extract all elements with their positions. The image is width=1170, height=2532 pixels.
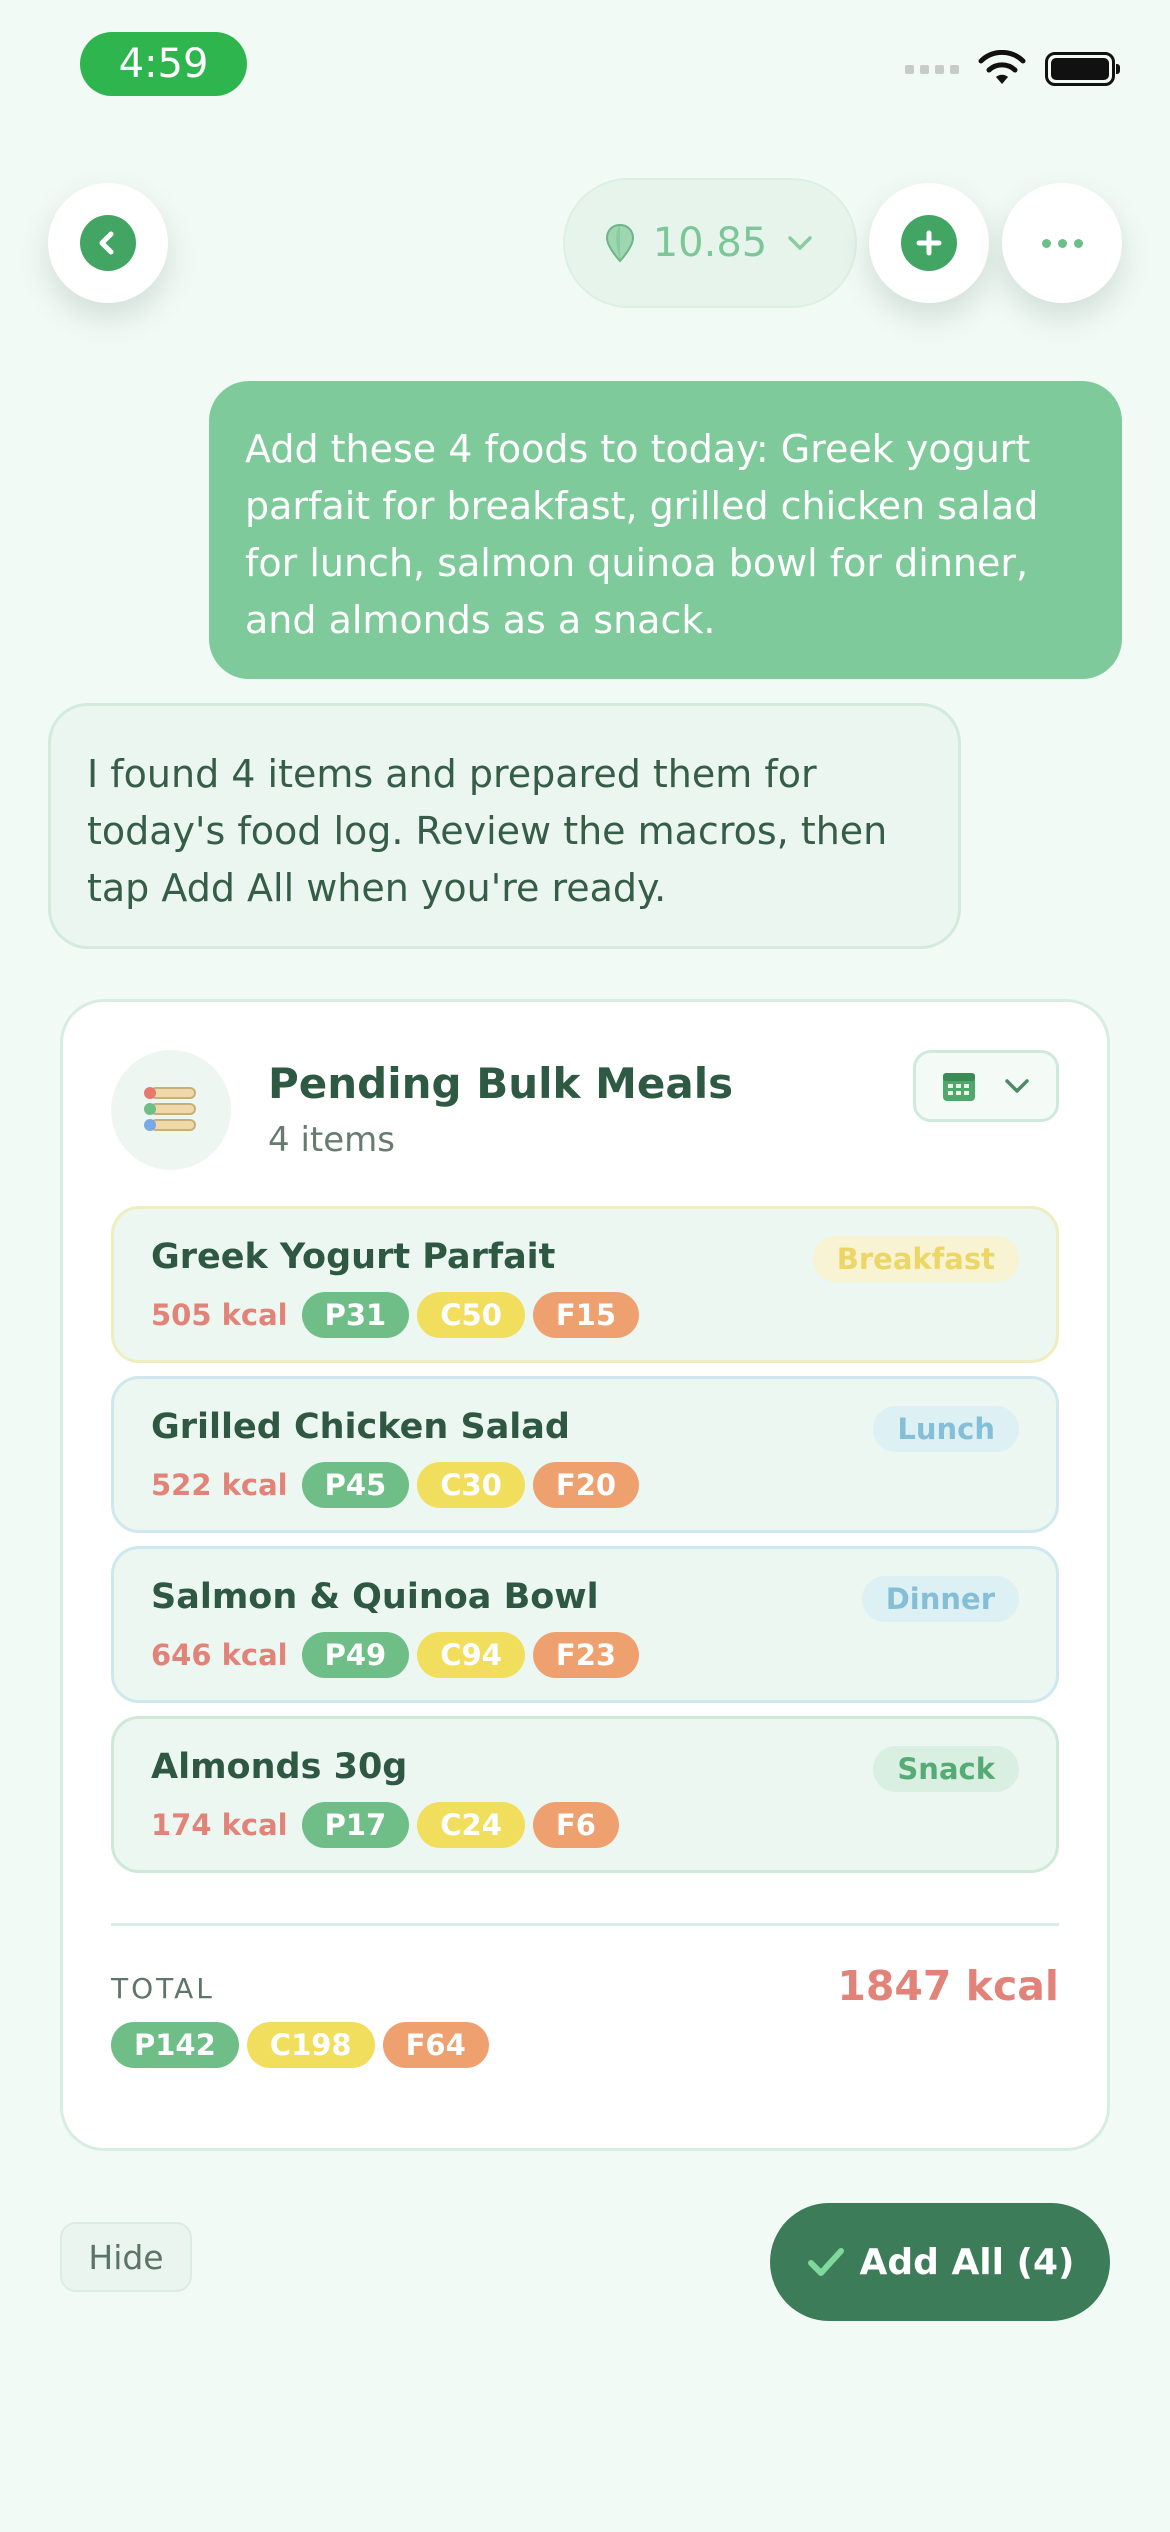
assistant-message-bubble: I found 4 items and prepared them for to… <box>48 703 961 949</box>
balance-value: 10.85 <box>652 220 768 266</box>
checkmark-icon <box>807 2248 844 2276</box>
user-message-bubble: Add these 4 foods to today: Greek yogurt… <box>209 381 1122 679</box>
total-label: TOTAL <box>111 1972 215 2005</box>
meal-name: Salmon & Quinoa Bowl <box>151 1577 599 1617</box>
fat-chip: F23 <box>532 1632 640 1678</box>
meal-type-tag: Snack <box>873 1746 1019 1792</box>
chevron-left-icon <box>80 215 136 271</box>
protein-chip: P17 <box>301 1802 410 1848</box>
battery-icon <box>1045 52 1120 86</box>
meal-item[interactable]: Greek Yogurt Parfait Breakfast 505 kcal … <box>111 1206 1059 1363</box>
carbs-chip: C30 <box>417 1462 525 1508</box>
meal-item[interactable]: Salmon & Quinoa Bowl Dinner 646 kcal P49… <box>111 1546 1059 1703</box>
total-fat-chip: F64 <box>382 2022 489 2068</box>
card-title: Pending Bulk Meals <box>268 1059 734 1108</box>
status-time: 4:59 <box>80 32 247 96</box>
meal-type-tag: Breakfast <box>812 1236 1019 1282</box>
pending-bulk-meals-card: Pending Bulk Meals 4 items Greek Yogurt … <box>60 999 1110 2151</box>
meal-type-tag: Lunch <box>873 1406 1019 1452</box>
total-protein-chip: P142 <box>111 2022 239 2068</box>
fat-chip: F20 <box>532 1462 640 1508</box>
carbs-chip: C94 <box>417 1632 525 1678</box>
more-options-button[interactable] <box>1002 183 1122 303</box>
wifi-icon <box>978 50 1026 84</box>
ellipsis-icon <box>1041 238 1083 248</box>
fat-chip: F15 <box>532 1292 640 1338</box>
add-all-label: Add All (4) <box>859 2241 1075 2283</box>
add-all-button[interactable]: Add All (4) <box>770 2203 1110 2321</box>
meal-kcal: 174 kcal <box>151 1808 288 1842</box>
meal-type-tag: Dinner <box>861 1576 1019 1622</box>
cellular-signal-icon <box>905 64 959 74</box>
add-button[interactable] <box>869 183 989 303</box>
total-kcal: 1847 kcal <box>837 1962 1059 2010</box>
meal-name: Greek Yogurt Parfait <box>151 1237 556 1277</box>
meal-kcal: 646 kcal <box>151 1638 288 1672</box>
meal-kcal: 522 kcal <box>151 1468 288 1502</box>
meal-item[interactable]: Grilled Chicken Salad Lunch 522 kcal P45… <box>111 1376 1059 1533</box>
hide-button[interactable]: Hide <box>60 2222 192 2292</box>
balance-selector[interactable]: 10.85 <box>563 178 857 308</box>
divider <box>111 1923 1059 1926</box>
calendar-icon <box>943 1073 975 1101</box>
protein-chip: P31 <box>301 1292 410 1338</box>
total-macros: P142 C198 F64 <box>111 2022 489 2068</box>
plus-icon <box>901 215 957 271</box>
meal-item[interactable]: Almonds 30g Snack 174 kcal P17 C24 F6 <box>111 1716 1059 1873</box>
card-item-count: 4 items <box>268 1120 395 1160</box>
map-pin-icon <box>605 223 634 263</box>
total-carbs-chip: C198 <box>246 2022 375 2068</box>
meal-list-icon <box>111 1050 231 1170</box>
fat-chip: F6 <box>532 1802 619 1848</box>
meal-name: Almonds 30g <box>151 1747 408 1787</box>
meal-name: Grilled Chicken Salad <box>151 1407 570 1447</box>
carbs-chip: C50 <box>417 1292 525 1338</box>
chevron-down-icon <box>1005 1079 1029 1093</box>
meal-kcal: 505 kcal <box>151 1298 288 1332</box>
date-picker-button[interactable] <box>913 1050 1059 1122</box>
status-icons <box>905 50 1120 88</box>
carbs-chip: C24 <box>417 1802 525 1848</box>
protein-chip: P49 <box>301 1632 410 1678</box>
protein-chip: P45 <box>301 1462 410 1508</box>
back-button[interactable] <box>48 183 168 303</box>
chevron-down-icon <box>788 236 812 250</box>
